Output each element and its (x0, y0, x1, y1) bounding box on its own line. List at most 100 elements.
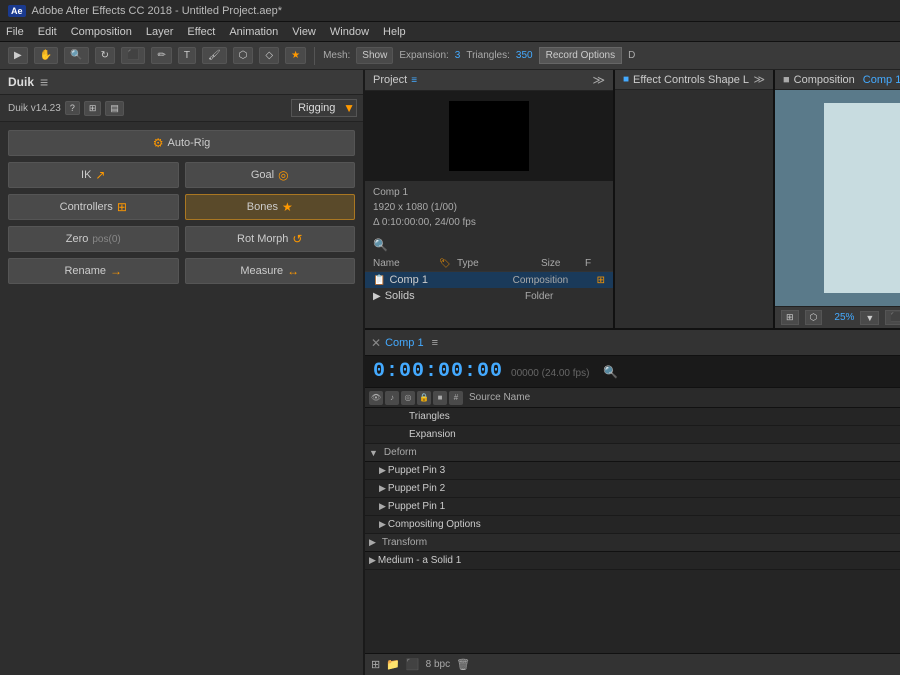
medium-expand[interactable]: ▶ (369, 555, 376, 566)
timeline-layers: Triangles 350 Expansion 3/0 ▼ Deform ▶ P… (365, 408, 900, 653)
measure-icon: ↔ (287, 264, 299, 278)
menu-effect[interactable]: Effect (187, 26, 215, 38)
menu-window[interactable]: Window (330, 26, 369, 38)
tl-num-icon[interactable]: # (449, 391, 463, 405)
duik-menu-icon[interactable]: ≡ (40, 74, 48, 90)
tl-audio-icon[interactable]: ♪ (385, 391, 399, 405)
project-tab[interactable]: Project (373, 74, 407, 86)
puppet2-expand[interactable]: ▶ (379, 483, 386, 494)
tl-puppet1-row[interactable]: ▶ Puppet Pin 1 (365, 498, 900, 516)
title-bar-text: Adobe After Effects CC 2018 - Untitled P… (32, 5, 283, 17)
duik-btn-row-rename-measure: Rename → Measure ↔ (8, 258, 355, 284)
puppet3-name: Puppet Pin 3 (388, 465, 900, 476)
toolbar-hand[interactable]: ✋ (34, 47, 58, 64)
menu-file[interactable]: File (6, 26, 24, 38)
toolbar-eraser[interactable]: ◇ (259, 47, 279, 64)
project-item-comp1[interactable]: 📋 Comp 1 Composition ⊞ (365, 272, 613, 288)
menu-composition[interactable]: Composition (71, 26, 132, 38)
trash-icon[interactable]: 🗑 (456, 658, 470, 671)
auto-rig-button[interactable]: ⚙ Auto-Rig (8, 130, 355, 156)
timecode-display: 0:00:00:00 (373, 360, 503, 383)
bottom-icon3[interactable]: ⬛ (406, 658, 420, 671)
auto-rig-label: Auto-Rig (167, 137, 210, 149)
tl-deform-label: Deform (384, 447, 417, 458)
project-item-solids[interactable]: ▶ Solids Folder (365, 288, 613, 304)
effect-controls-title: Effect Controls Shape L (633, 74, 749, 86)
toolbar-camera[interactable]: ⬛ (121, 47, 145, 64)
comp-content (824, 103, 900, 293)
menu-bar: File Edit Composition Layer Effect Anima… (0, 22, 900, 42)
comp-icon: 📋 (373, 275, 385, 286)
duik-panel: Duik ≡ Duik v14.23 ? ⊞ ▤ Rigging ▼ ⚙ Aut… (0, 70, 365, 675)
medium-name: Medium - a Solid 1 (378, 555, 900, 566)
tl-compositing-row[interactable]: ▶ Compositing Options + − Reset (365, 516, 900, 534)
duik-table-button[interactable]: ⊞ (84, 101, 102, 116)
bones-button[interactable]: Bones ★ (185, 194, 356, 220)
zoom-dropdown[interactable]: ▼ (860, 311, 879, 325)
menu-layer[interactable]: Layer (146, 26, 174, 38)
menu-view[interactable]: View (292, 26, 316, 38)
record-options-button[interactable]: Record Options (539, 47, 622, 64)
effect-panel-icon: ■ (623, 74, 629, 85)
measure-button[interactable]: Measure ↔ (185, 258, 356, 284)
tl-transform-expand[interactable]: ▶ (369, 537, 376, 548)
menu-edit[interactable]: Edit (38, 26, 57, 38)
viewer-btn1[interactable]: ⊞ (781, 310, 799, 325)
tag-column-header: 🏷 (439, 258, 453, 269)
menu-animation[interactable]: Animation (229, 26, 278, 38)
fit-btn[interactable]: ⬛ (885, 310, 900, 325)
controllers-icon: ⊞ (117, 200, 127, 214)
bottom-icon1[interactable]: ⊞ (371, 658, 380, 671)
toolbar-brush[interactable]: 🖌 (202, 47, 227, 64)
frames-display: 00000 (24.00 fps) (511, 368, 589, 379)
toolbar-puppet[interactable]: ★ (285, 47, 306, 64)
toolbar-selector[interactable]: ▶ (8, 47, 28, 64)
tl-label-icon[interactable]: ■ (433, 391, 447, 405)
tl-lock-icon[interactable]: 🔒 (417, 391, 431, 405)
toolbar-clone[interactable]: ⬡ (233, 47, 254, 64)
compositing-expand[interactable]: ▶ (379, 519, 386, 530)
ik-button[interactable]: IK ↗ (8, 162, 179, 188)
effect-menu-btn[interactable]: ≫ (753, 73, 765, 86)
timeline-close-btn[interactable]: ✕ (371, 336, 381, 350)
puppet3-expand[interactable]: ▶ (379, 465, 386, 476)
tl-deform-expand[interactable]: ▼ (369, 448, 378, 458)
controllers-button[interactable]: Controllers ⊞ (8, 194, 179, 220)
ik-icon: ↗ (95, 168, 105, 182)
zero-label: Zero (66, 233, 89, 245)
duik-grid-button[interactable]: ▤ (105, 101, 124, 116)
tl-puppet2-row[interactable]: ▶ Puppet Pin 2 (365, 480, 900, 498)
tl-medium-row[interactable]: ▶ Medium - a Solid 1 (365, 552, 900, 570)
duik-help-button[interactable]: ? (65, 101, 80, 115)
rename-button[interactable]: Rename → (8, 258, 179, 284)
tl-triangles-row[interactable]: Triangles 350 (365, 408, 900, 426)
duik-header: Duik ≡ (0, 70, 363, 95)
tl-eye-icon[interactable]: 👁 (369, 391, 383, 405)
toolbar-zoom[interactable]: 🔍 (64, 47, 88, 64)
toolbar-text[interactable]: T (178, 47, 196, 64)
size-column-header: Size (541, 258, 581, 269)
tl-deform-section: ▼ Deform (365, 444, 900, 462)
bottom-icon2[interactable]: 📁 (386, 658, 400, 671)
puppet1-expand[interactable]: ▶ (379, 501, 386, 512)
name-column-header: Name (373, 258, 435, 269)
project-menu-btn[interactable]: ≫ (592, 73, 605, 87)
goal-label: Goal (251, 169, 274, 181)
duik-mode-select[interactable]: Rigging (291, 99, 357, 117)
comp1-type: Composition (513, 275, 593, 286)
bones-label: Bones (247, 201, 278, 213)
goal-button[interactable]: Goal ◎ (185, 162, 356, 188)
comp-viewer-name: Comp 1 (863, 74, 900, 86)
zero-button[interactable]: Zero pos(0) (8, 226, 179, 252)
show-button[interactable]: Show (356, 47, 393, 64)
viewer-btn2[interactable]: ⬡ (805, 310, 823, 325)
toolbar-pen[interactable]: ✏ (151, 47, 171, 64)
rot-morph-button[interactable]: Rot Morph ↺ (185, 226, 356, 252)
tl-puppet3-row[interactable]: ▶ Puppet Pin 3 (365, 462, 900, 480)
timeline-header: ✕ Comp 1 ≡ ⊞ ⬡ ⬛ ⊠ ▤ ◎ (365, 330, 900, 356)
toolbar-rotate[interactable]: ↻ (95, 47, 115, 64)
tl-expansion-row[interactable]: Expansion 3/0 (365, 426, 900, 444)
menu-help[interactable]: Help (383, 26, 406, 38)
tl-search-icon: 🔍 (603, 365, 618, 379)
tl-solo-icon[interactable]: ◎ (401, 391, 415, 405)
